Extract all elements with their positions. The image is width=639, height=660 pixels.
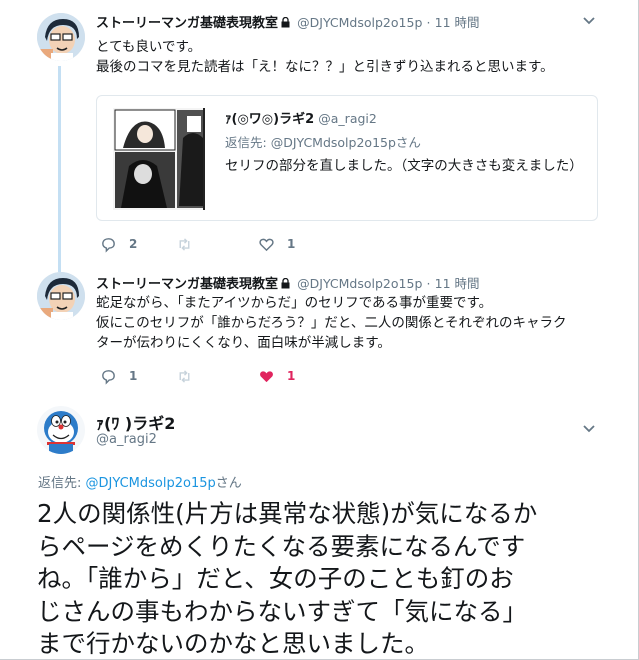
quoted-author-name: ｧ(◎ワ◎)ラギ2	[225, 112, 315, 127]
lock-icon	[281, 17, 290, 28]
reply-to: 返信先: @DJYCMdsolp2o15pさん	[38, 472, 242, 491]
tweet-text-line: 蛇足ながら、「またアイツからだ」のセリフである事が重要です。	[96, 295, 493, 311]
retweet-button[interactable]	[176, 234, 193, 254]
tweet-text-line: 仮にこのセリフが「誰からだろう？」だと、二人の関係とそれぞれのキャラク	[96, 315, 567, 331]
quoted-manga-thumbnail[interactable]	[113, 108, 209, 210]
tweet-text-line: とても良いです。	[96, 39, 202, 55]
tweet-text-line: ターが伝わりにくくなり、面白味が半減します。	[96, 335, 391, 351]
author-handle[interactable]: @DJYCMdsolp2o15p	[297, 276, 422, 291]
tweet-1[interactable]: ストーリーマンガ基礎表現教室 @DJYCMdsolp2o15p · 11 時間 …	[0, 0, 639, 262]
timestamp[interactable]: 11 時間	[435, 15, 480, 30]
like-count: 1	[287, 369, 296, 383]
lock-icon	[281, 278, 290, 289]
chevron-down-icon[interactable]	[582, 16, 596, 26]
quoted-reply-to: 返信先: @DJYCMdsolp2o15pさん	[225, 132, 421, 151]
author-handle[interactable]: @DJYCMdsolp2o15p	[297, 15, 422, 30]
separator-dot: ·	[426, 276, 431, 291]
author-name[interactable]: ストーリーマンガ基礎表現教室	[96, 277, 278, 292]
quoted-tweet[interactable]: ｧ(◎ワ◎)ラギ2 @a_ragi2 返信先: @DJYCMdsolp2o15p…	[96, 95, 598, 221]
author-name[interactable]: ストーリーマンガ基礎表現教室	[96, 16, 278, 31]
reply-count: 1	[129, 369, 138, 383]
like-button[interactable]: 1	[258, 366, 295, 386]
like-count: 1	[287, 237, 296, 251]
timestamp[interactable]: 11 時間	[435, 276, 480, 291]
separator-dot: ·	[426, 15, 431, 30]
tweet-text-line: まで行かないのかなと思いました。	[37, 629, 429, 658]
reply-handle: @DJYCMdsolp2o15p	[270, 135, 396, 150]
retweet-icon	[179, 369, 190, 383]
chevron-down-icon[interactable]	[582, 424, 596, 434]
tweet-text-line: じさんの事もわからないすぎて「気になる」	[37, 596, 527, 626]
quoted-author: ｧ(◎ワ◎)ラギ2 @a_ragi2	[225, 108, 377, 127]
avatar[interactable]	[37, 272, 85, 320]
quoted-image-divider	[203, 108, 211, 210]
avatar[interactable]	[37, 406, 85, 454]
tweet-header: ストーリーマンガ基礎表現教室 @DJYCMdsolp2o15p · 11 時間	[96, 273, 480, 292]
reply-count: 2	[129, 237, 138, 251]
tweet-header: ストーリーマンガ基礎表現教室 @DJYCMdsolp2o15p · 11 時間	[96, 12, 480, 31]
focused-tweet: ｧ(ﾜ )ラギ2 @a_ragi2 返信先: @DJYCMdsolp2o15pさ…	[0, 394, 639, 660]
author-name[interactable]: ｧ(ﾜ )ラギ2	[96, 410, 175, 434]
heart-icon	[260, 370, 273, 382]
tweet-2[interactable]: ストーリーマンガ基礎表現教室 @DJYCMdsolp2o15p · 11 時間 …	[0, 262, 639, 394]
reply-handle-link[interactable]: @DJYCMdsolp2o15p	[86, 476, 216, 491]
reply-button[interactable]: 1	[100, 366, 137, 386]
reply-suffix: さん	[395, 135, 421, 150]
reply-icon	[102, 237, 115, 253]
like-button[interactable]: 1	[258, 234, 295, 254]
heart-icon	[259, 238, 274, 251]
avatar[interactable]	[37, 13, 85, 61]
quoted-author-handle: @a_ragi2	[318, 111, 377, 126]
reply-button[interactable]: 2	[100, 234, 137, 254]
tweet-text-line: らページをめくりたくなる要素になるんです	[37, 531, 526, 561]
tweet-actions: 1 1	[96, 366, 596, 386]
tweet-text-line: ね。「誰から」だと、女の子のことも釘のお	[37, 564, 514, 593]
manga-page-image	[113, 108, 209, 210]
retweet-icon	[179, 237, 190, 251]
retweet-button[interactable]	[176, 366, 193, 386]
tweet-text-line: 2人の関係性(片方は異常な状態)が気になるか	[37, 499, 538, 528]
tweet-text: 2人の関係性(片方は異常な状態)が気になるか らページをめくりたくなる要素になる…	[37, 498, 627, 660]
manga-character-avatar-image	[37, 13, 85, 61]
quoted-text: セリフの部分を直しました。（文字の大きさも変えました）	[225, 158, 583, 174]
tweet-actions: 2 1	[96, 234, 596, 254]
manga-character-avatar-image	[37, 272, 85, 320]
reply-prefix: 返信先:	[225, 135, 271, 150]
tweet-text: とても良いです。 最後のコマを見た読者は「え！なに？？」と引きずり込まれると思い…	[96, 37, 554, 77]
reply-prefix: 返信先:	[38, 476, 86, 491]
reply-suffix: さん	[215, 476, 242, 491]
tweet-text-line: 最後のコマを見た読者は「え！なに？？」と引きずり込まれると思います。	[96, 59, 554, 75]
tweet-text: 蛇足ながら、「またアイツからだ」のセリフである事が重要です。 仮にこのセリフが「…	[96, 293, 566, 353]
author-handle[interactable]: @a_ragi2	[96, 432, 157, 447]
robot-cat-avatar-image	[37, 406, 85, 454]
reply-icon	[102, 369, 115, 385]
